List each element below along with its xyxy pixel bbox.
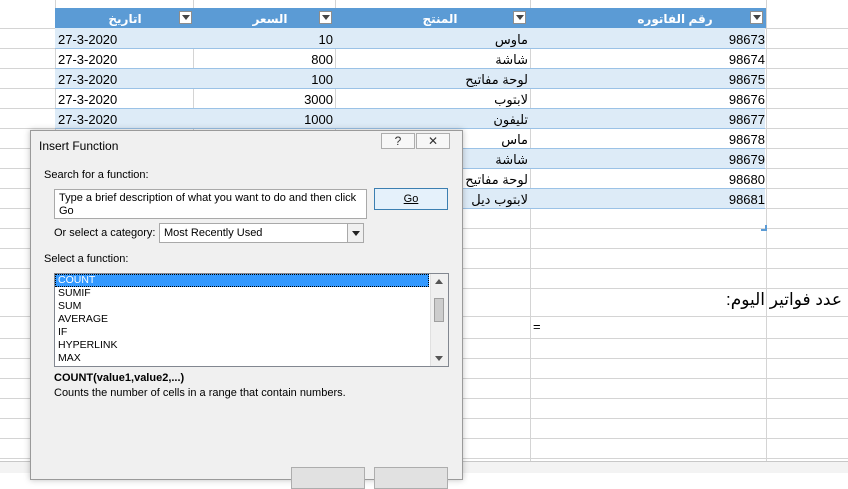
- gridline: [766, 0, 767, 472]
- filter-dropdown-icon[interactable]: [179, 11, 192, 24]
- invoice-cell[interactable]: 98681: [565, 190, 765, 210]
- category-value: Most Recently Used: [164, 227, 263, 239]
- invoice-count-label[interactable]: عدد فواتير اليوم:: [726, 290, 842, 310]
- filter-dropdown-icon[interactable]: [513, 11, 526, 24]
- product-cell[interactable]: شاشة: [348, 50, 528, 70]
- product-cell[interactable]: لابتوب: [348, 90, 528, 110]
- price-cell[interactable]: 3000: [230, 90, 333, 110]
- header-invoice: رقم الفاتوره: [637, 12, 713, 26]
- filter-dropdown-icon[interactable]: [319, 11, 332, 24]
- invoice-cell[interactable]: 98674: [565, 50, 765, 70]
- list-item[interactable]: MAX: [55, 352, 429, 365]
- formula-cell[interactable]: =: [533, 319, 541, 334]
- dialog-title: Insert Function: [39, 139, 119, 153]
- list-item[interactable]: AVERAGE: [55, 313, 429, 326]
- function-description: Counts the number of cells in a range th…: [54, 387, 346, 399]
- list-item[interactable]: COUNT: [55, 274, 429, 287]
- ok-button[interactable]: [291, 467, 365, 489]
- header-date: اتاريخ: [108, 12, 142, 26]
- header-product: المنتج: [422, 12, 458, 26]
- function-search-input[interactable]: Type a brief description of what you wan…: [54, 189, 367, 219]
- invoice-cell[interactable]: 98676: [565, 90, 765, 110]
- table-resize-handle[interactable]: [761, 225, 767, 231]
- function-list-label: Select a function:: [44, 253, 129, 265]
- help-button[interactable]: ?: [381, 133, 415, 149]
- scroll-thumb[interactable]: [434, 298, 444, 322]
- price-cell[interactable]: 100: [230, 70, 333, 90]
- product-cell[interactable]: ماوس: [348, 30, 528, 50]
- help-icon: ?: [394, 134, 402, 148]
- list-item[interactable]: SUM: [55, 300, 429, 313]
- close-button[interactable]: ✕: [416, 133, 450, 149]
- list-item[interactable]: SUMIF: [55, 287, 429, 300]
- function-signature: COUNT(value1,value2,...): [54, 372, 185, 384]
- header-price: السعر: [252, 12, 288, 26]
- invoice-cell[interactable]: 98677: [565, 110, 765, 130]
- go-button[interactable]: Go: [374, 188, 448, 210]
- function-list[interactable]: COUNT SUMIF SUM AVERAGE IF HYPERLINK MAX: [54, 273, 449, 367]
- product-cell[interactable]: لوحة مفاتيح: [348, 70, 528, 90]
- search-label: Search for a function:: [44, 169, 149, 181]
- price-cell[interactable]: 1000: [230, 110, 333, 130]
- list-item[interactable]: HYPERLINK: [55, 339, 429, 352]
- date-cell[interactable]: 27-3-2020: [58, 110, 168, 130]
- date-cell[interactable]: 27-3-2020: [58, 70, 168, 90]
- scroll-down-icon[interactable]: [435, 356, 443, 361]
- invoice-cell[interactable]: 98675: [565, 70, 765, 90]
- date-cell[interactable]: 27-3-2020: [58, 90, 168, 110]
- list-item[interactable]: IF: [55, 326, 429, 339]
- date-cell[interactable]: 27-3-2020: [58, 50, 168, 70]
- cancel-button[interactable]: [374, 467, 448, 489]
- invoice-cell[interactable]: 98678: [565, 130, 765, 150]
- insert-function-dialog: Insert Function ? ✕ Search for a functio…: [30, 130, 463, 489]
- price-cell[interactable]: 800: [230, 50, 333, 70]
- invoice-cell[interactable]: 98680: [565, 170, 765, 190]
- product-cell[interactable]: تليفون: [348, 110, 528, 130]
- category-select[interactable]: Most Recently Used: [159, 223, 364, 243]
- list-scrollbar[interactable]: [430, 274, 448, 366]
- scroll-up-icon[interactable]: [435, 279, 443, 284]
- close-icon: ✕: [427, 134, 439, 148]
- invoice-cell[interactable]: 98679: [565, 150, 765, 170]
- invoice-cell[interactable]: 98673: [565, 30, 765, 50]
- chevron-down-icon[interactable]: [347, 224, 363, 242]
- price-cell[interactable]: 10: [230, 30, 333, 50]
- filter-dropdown-icon[interactable]: [750, 11, 763, 24]
- category-label: Or select a category:: [54, 227, 156, 239]
- date-cell[interactable]: 27-3-2020: [58, 30, 168, 50]
